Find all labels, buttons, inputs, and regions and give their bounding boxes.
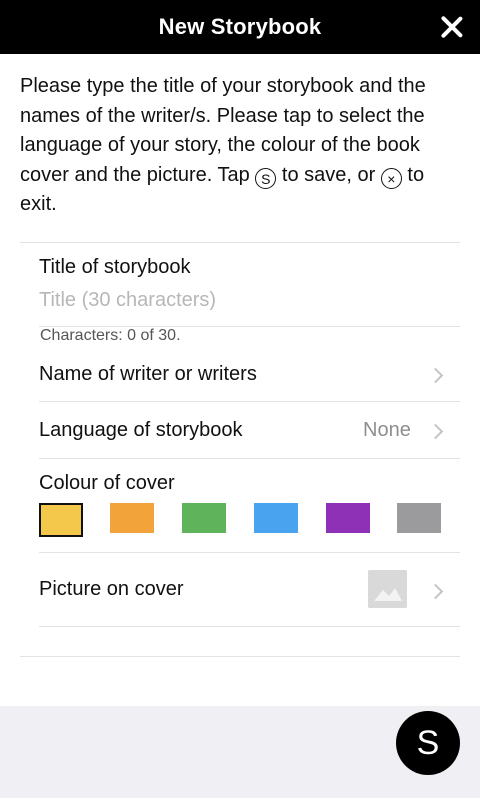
image-placeholder-icon [368,570,407,608]
chevron-right-icon [427,423,444,440]
colour-swatch-orange[interactable] [110,503,154,533]
colour-swatch-grey[interactable] [397,503,441,533]
save-button[interactable]: S [396,711,460,775]
language-value: None [363,419,411,441]
picture-label: Picture on cover [39,578,184,600]
storybook-form: Title of storybook Characters: 0 of 30. … [0,0,480,798]
writer-row[interactable]: Name of writer or writers [39,350,460,400]
divider [20,656,460,657]
title-input[interactable] [39,286,449,314]
colour-swatch-blue[interactable] [254,503,298,533]
chevron-right-icon [427,583,444,600]
colour-label: Colour of cover [39,472,175,494]
title-label: Title of storybook [39,256,191,278]
divider [20,242,460,243]
divider [39,458,460,459]
language-row[interactable]: Language of storybook None [39,403,460,458]
colour-swatch-purple[interactable] [326,503,370,533]
divider [39,401,460,402]
writer-label: Name of writer or writers [39,363,257,385]
chevron-right-icon [427,367,444,384]
colour-swatch-green[interactable] [182,503,226,533]
colour-swatch-yellow[interactable] [39,503,83,537]
language-label: Language of storybook [39,419,243,441]
divider [39,552,460,553]
character-count: Characters: 0 of 30. [40,327,181,344]
divider [39,626,460,627]
